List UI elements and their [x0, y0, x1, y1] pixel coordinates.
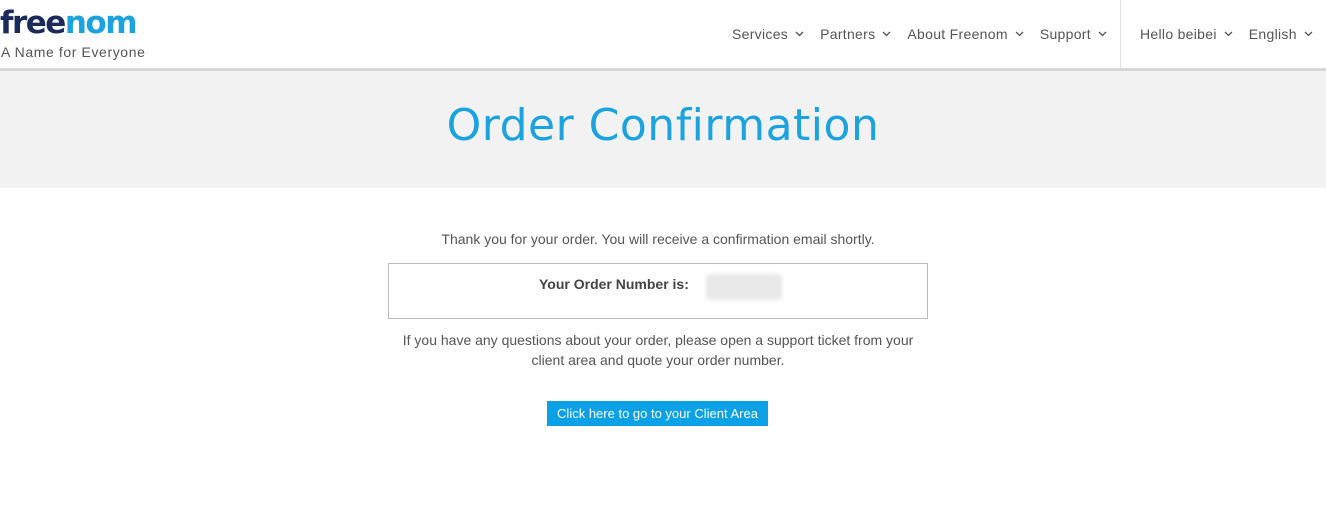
- main-nav: Services Partners About Freenom Support: [724, 0, 1115, 68]
- chevron-down-icon: [1015, 31, 1024, 37]
- nav-item-about-freenom[interactable]: About Freenom: [899, 26, 1031, 42]
- user-nav: Hello beibei English: [1132, 0, 1321, 68]
- nav-item-services[interactable]: Services: [724, 26, 812, 42]
- nav-item-partners[interactable]: Partners: [812, 26, 899, 42]
- chevron-down-icon: [795, 31, 804, 37]
- page-title: Order Confirmation: [446, 100, 880, 151]
- site-header: freenom A Name for Everyone Services Par…: [0, 0, 1326, 68]
- user-menu[interactable]: Hello beibei: [1132, 26, 1241, 42]
- user-greeting: Hello beibei: [1140, 26, 1217, 42]
- nav-item-support[interactable]: Support: [1032, 26, 1115, 42]
- chevron-down-icon: [882, 31, 891, 37]
- nav-item-label: Support: [1039, 26, 1091, 42]
- freenom-logo[interactable]: freenom: [0, 5, 138, 41]
- nav-divider: [1120, 0, 1121, 68]
- thank-you-message: Thank you for your order. You will recei…: [441, 231, 875, 247]
- nav-item-label: About Freenom: [907, 26, 1008, 42]
- brand-tagline: A Name for Everyone: [1, 44, 146, 60]
- nav-item-label: Services: [732, 26, 789, 42]
- order-number-box: Your Order Number is:: [388, 263, 928, 319]
- logo-text-nom: nom: [64, 5, 138, 41]
- nav-item-label: Partners: [820, 26, 876, 42]
- chevron-down-icon: [1304, 31, 1313, 37]
- order-number-redacted: [706, 274, 782, 300]
- logo-text-free: free: [0, 5, 66, 41]
- language-selector[interactable]: English: [1241, 26, 1321, 42]
- chevron-down-icon: [1224, 31, 1233, 37]
- client-area-button[interactable]: Click here to go to your Client Area: [547, 401, 768, 426]
- chevron-down-icon: [1098, 31, 1107, 37]
- language-label: English: [1248, 26, 1297, 42]
- support-instructions: If you have any questions about your ord…: [402, 332, 914, 368]
- order-number-label: Your Order Number is:: [539, 276, 689, 292]
